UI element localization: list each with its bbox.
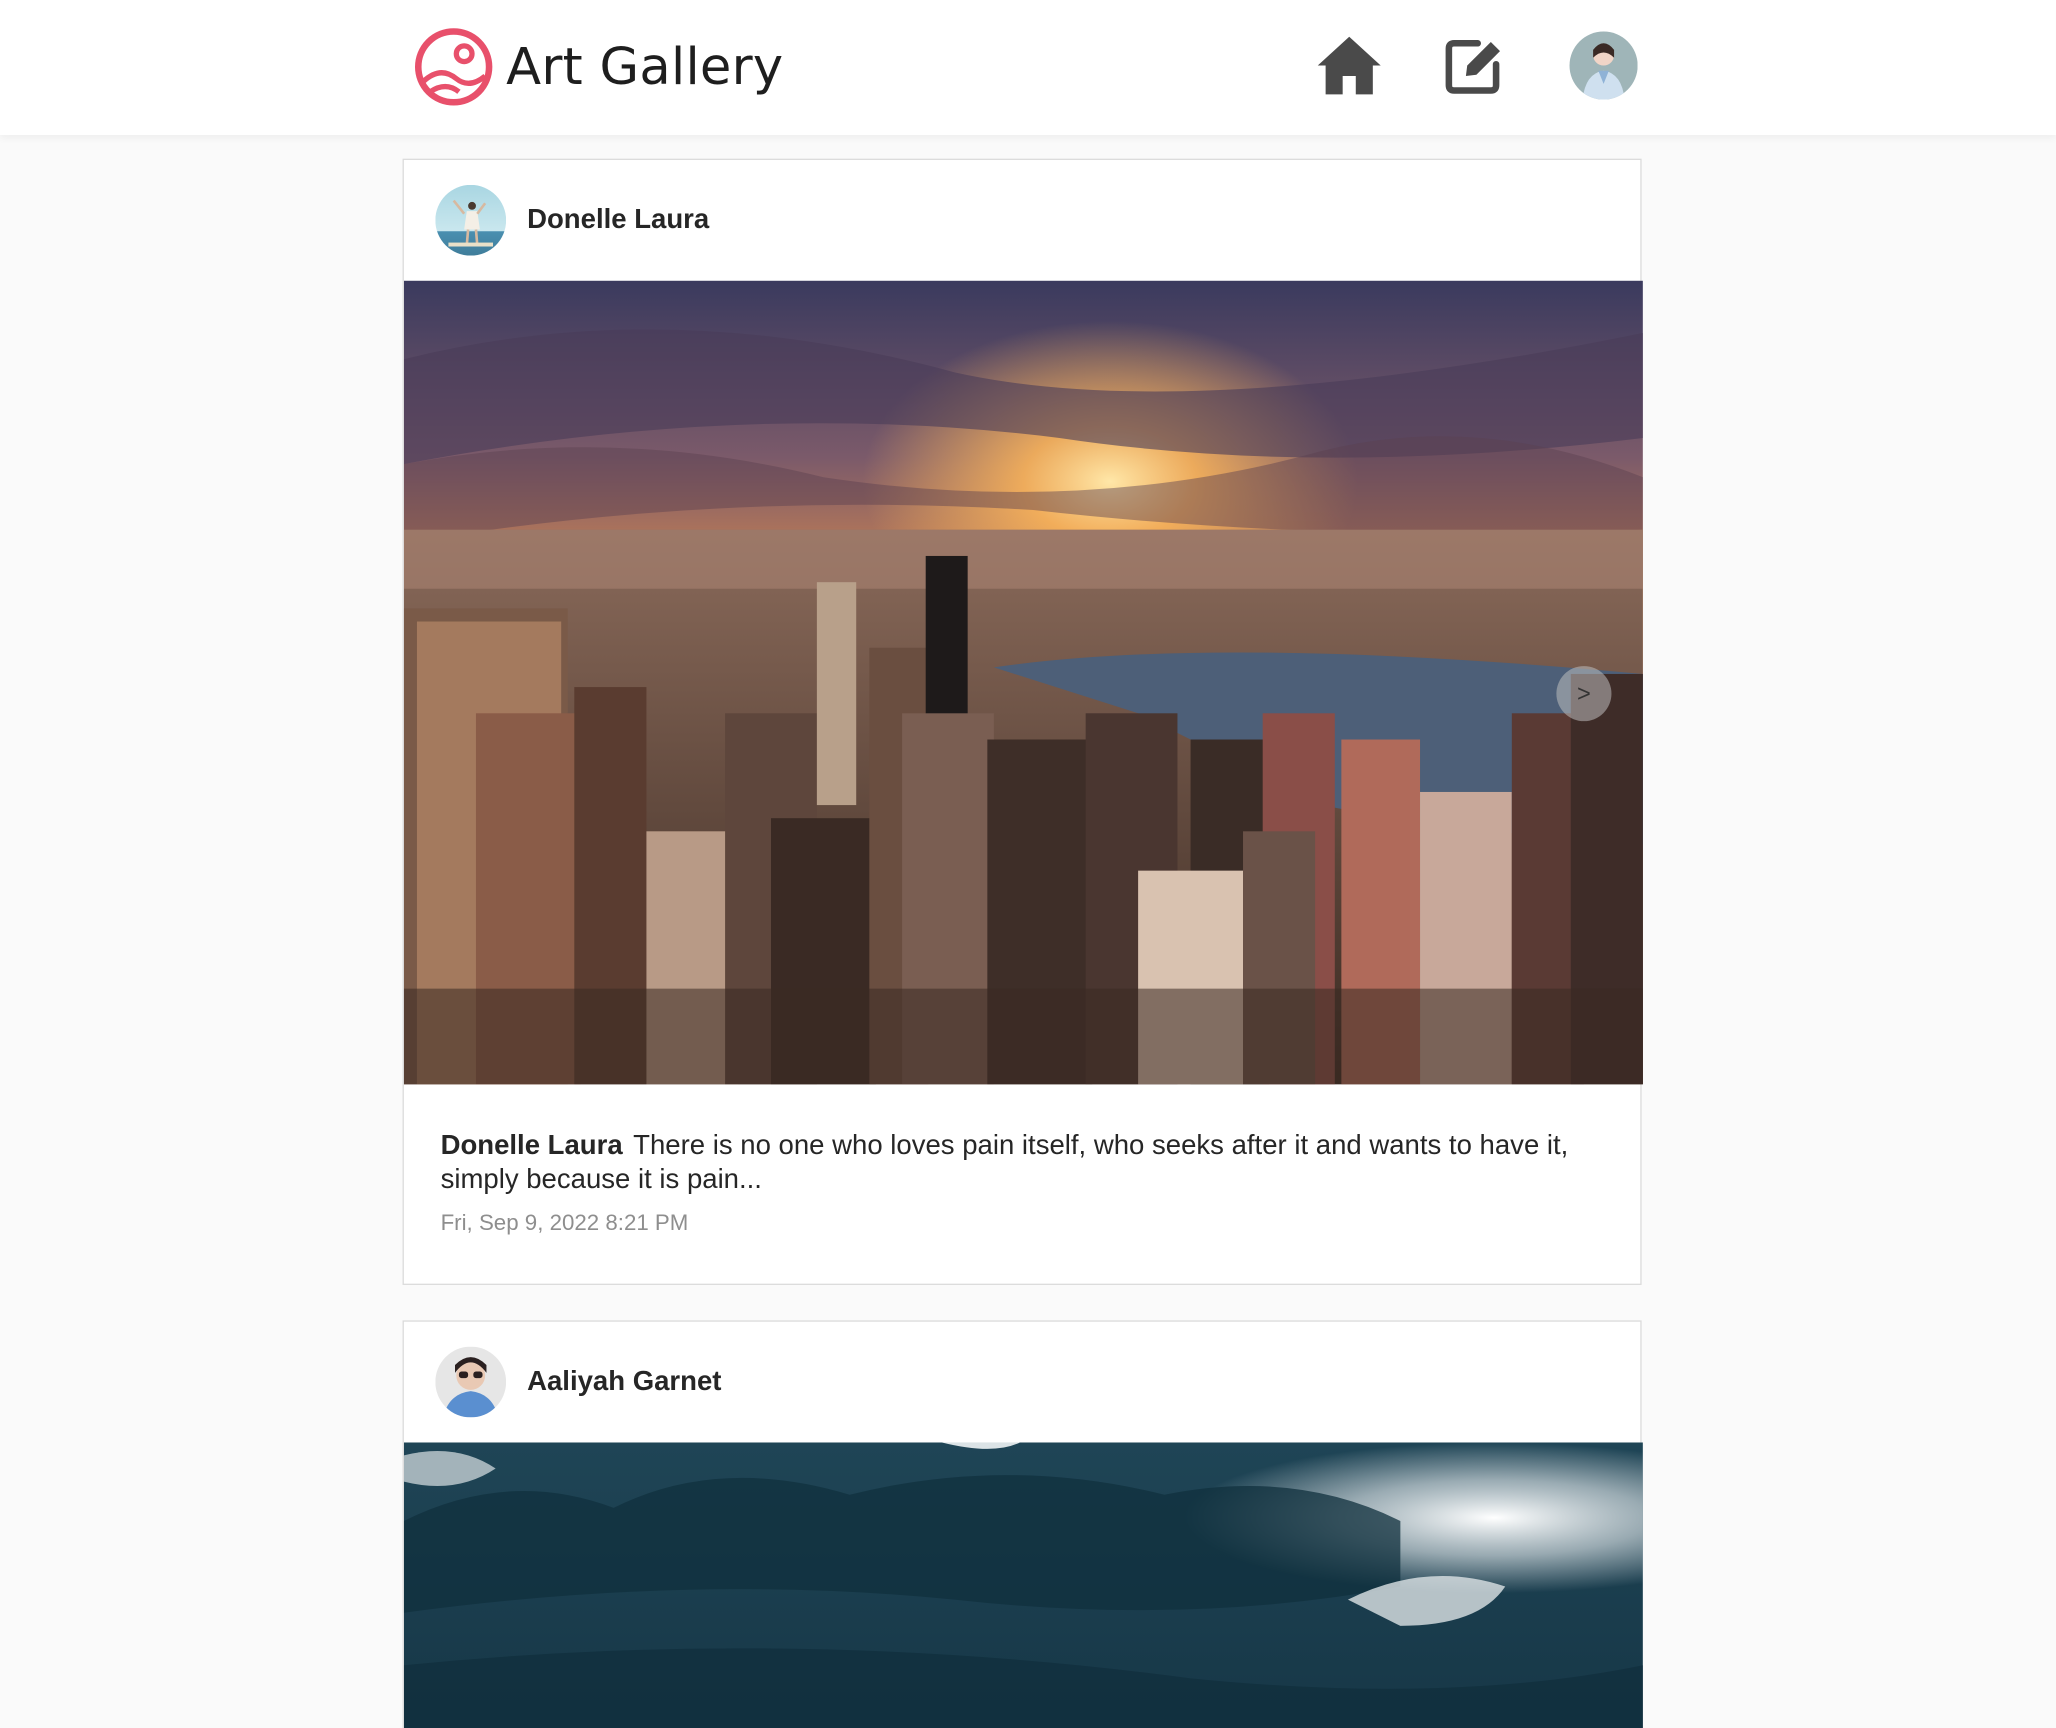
profile-avatar[interactable] (1569, 31, 1638, 100)
next-image-button[interactable]: > (1556, 666, 1612, 722)
caption-author[interactable]: Donelle Laura (441, 1130, 623, 1160)
app-title: Art Gallery (506, 37, 784, 97)
post-image[interactable]: > (403, 280, 1643, 1085)
top-navbar: Art Gallery (0, 0, 2056, 136)
post-image[interactable] (403, 1442, 1643, 1728)
stormy-sky-image (403, 1442, 1643, 1728)
image-circle-icon (414, 28, 493, 106)
nav-icons (1315, 31, 1638, 100)
feed: Donelle Laura > Donelle Laura There is n… (402, 158, 1643, 1728)
post-caption: Donelle Laura There is no one who loves p… (441, 1129, 1604, 1197)
post-author[interactable]: Aaliyah Garnet (527, 1366, 721, 1397)
city-sunset-image (403, 280, 1643, 1085)
post-card: Aaliyah Garnet (402, 1320, 1643, 1728)
post-header: Aaliyah Garnet (404, 1322, 1640, 1443)
edit-icon[interactable] (1444, 35, 1504, 95)
brand[interactable]: Art Gallery (414, 26, 783, 107)
avatar[interactable] (435, 184, 507, 256)
post-body: Donelle Laura There is no one who loves p… (404, 1084, 1640, 1283)
home-icon[interactable] (1315, 31, 1383, 99)
post-header: Donelle Laura (404, 160, 1640, 281)
post-card: Donelle Laura > Donelle Laura There is n… (402, 158, 1643, 1285)
post-timestamp: Fri, Sep 9, 2022 8:21 PM (440, 1210, 689, 1236)
avatar[interactable] (435, 1346, 507, 1418)
post-author[interactable]: Donelle Laura (527, 205, 709, 236)
